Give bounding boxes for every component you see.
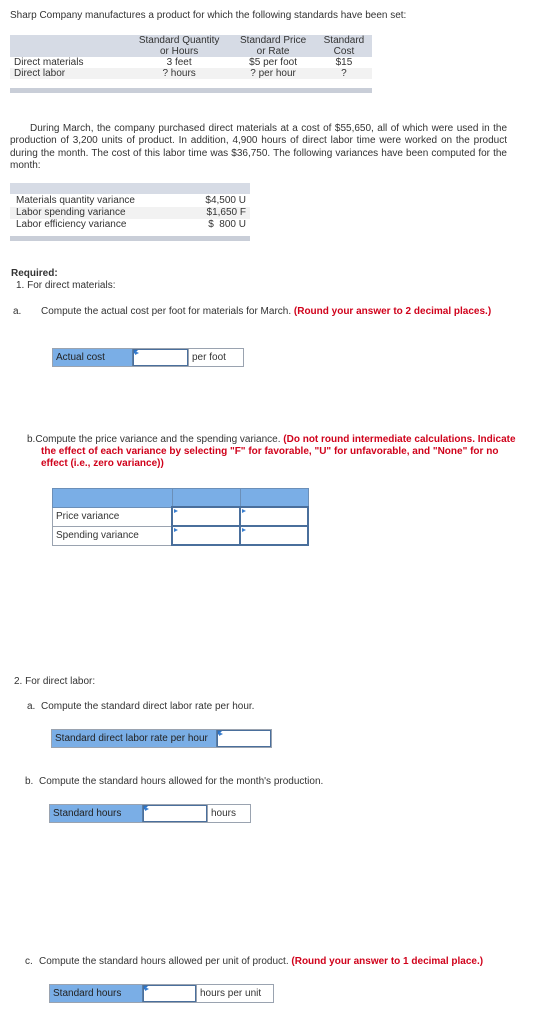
field-label: Actual cost [53,349,133,366]
table-row: Spending variance [52,525,309,546]
cell-price: $5 per foot [249,57,297,68]
question-text: Compute the standard direct labor rate p… [41,701,255,712]
problem-paragraph: During March, the company purchased dire… [10,123,507,172]
standard-hours-input[interactable] [147,806,203,821]
question-1a: a. Compute the actual cost per foot for m… [13,306,501,318]
question-2b: b. Compute the standard hours allowed for… [25,776,323,787]
variance-amount: $ 800 U [208,219,246,230]
standard-hours-input-wrap[interactable] [143,805,207,822]
cell-cost: ? [341,68,347,79]
question-text: Compute the actual cost per foot for mat… [41,306,292,317]
part1-title: 1. For direct materials: [16,280,116,291]
question-label: b. [25,776,34,787]
price-variance-effect-cell[interactable] [239,506,309,527]
variances-table: Materials quantity variance $4,500 U Lab… [10,195,250,231]
required-heading: Required: [11,268,58,279]
table-row: Direct labor ? hours ? per hour ? [10,68,372,79]
header-line: or Rate [256,46,290,57]
question-instruction: (Round your answer to 2 decimal places.) [293,306,492,317]
standard-hours-answer: Standard hours hours [49,804,251,823]
spending-variance-amount-input[interactable] [173,527,239,544]
row-label: Direct materials [14,57,84,68]
paragraph-text: During March, the company purchased dire… [10,123,507,171]
unit-label: per foot [188,349,243,366]
table-row: Labor spending variance $1,650 F [10,207,250,219]
spending-variance-effect-select[interactable] [241,527,307,544]
cell-quantity: ? hours [162,68,196,79]
variances-header-bar [10,183,250,194]
variance-amount: $1,650 F [206,207,246,218]
header-cell [52,488,173,508]
field-label: Standard direct labor rate per hour [52,730,217,747]
question-label: c. [25,956,33,967]
labor-rate-input[interactable] [221,731,267,746]
header-line: Standard Quantity [138,35,220,46]
input-flag-icon [219,732,223,736]
spending-variance-amount-cell[interactable] [171,525,241,546]
header-cell [239,488,309,508]
header-line: Cost [333,46,355,57]
actual-cost-answer: Actual cost per foot [52,348,244,367]
actual-cost-input-wrap[interactable] [133,349,188,366]
unit-label: hours per unit [196,985,273,1002]
price-variance-amount-input[interactable] [173,508,239,525]
row-label: Direct labor [14,68,66,79]
variance-label: Labor efficiency variance [16,219,127,230]
variance-amount: $4,500 U [205,195,246,206]
question-label: a. [27,701,36,712]
question-2c: c. Compute the standard hours allowed per… [25,956,483,967]
table-row: Price variance [52,506,309,527]
price-variance-effect-select[interactable] [241,508,307,525]
table-row: Materials quantity variance $4,500 U [10,195,250,207]
header-line: or Hours [159,46,199,57]
cell-quantity: 3 feet [166,57,192,68]
header-line: Standard Price [240,35,307,46]
cell-cost: $15 [335,57,353,68]
question-text: Compute the standard hours allowed for t… [39,776,324,787]
header-std-quantity: Standard Quantity or Hours [128,35,230,57]
actual-cost-input[interactable] [137,350,184,365]
table-footer-bar [10,88,372,93]
price-variance-amount-cell[interactable] [171,506,241,527]
header-std-cost: Standard Cost [316,35,372,57]
hours-per-unit-input-wrap[interactable] [143,985,196,1002]
cell-price: ? per hour [250,68,296,79]
spending-variance-effect-cell[interactable] [239,525,309,546]
part2-title: 2. For direct labor: [14,676,96,687]
header-line: Standard [323,35,365,46]
field-label: Standard hours [50,805,143,822]
labor-rate-answer: Standard direct labor rate per hour [51,729,272,748]
labor-rate-input-wrap[interactable] [217,730,271,747]
price-variance-table: Price variance Spending variance [52,488,309,546]
row-label: Spending variance [52,525,173,546]
table-header-row [52,488,309,508]
input-flag-icon [135,351,139,355]
variance-label: Labor spending variance [16,207,126,218]
standards-header-row: Standard Quantity or Hours Standard Price… [10,35,372,57]
standards-table: Standard Quantity or Hours Standard Price… [10,35,372,79]
table-row: Direct materials 3 feet $5 per foot $15 [10,57,372,68]
question-2a: a. Compute the standard direct labor rate… [27,701,254,712]
table-row: Labor efficiency variance $ 800 U [10,219,250,231]
row-label: Price variance [52,506,173,527]
question-text: Compute the standard hours allowed per u… [39,956,289,967]
input-flag-icon [145,807,149,811]
header-cell [171,488,241,508]
question-label: a. [13,306,22,317]
question-1b: b.Compute the price variance and the spe… [27,434,521,470]
hours-per-unit-input[interactable] [147,986,192,1001]
unit-label: hours [207,805,250,822]
variance-label: Materials quantity variance [16,195,135,206]
question-text: Compute the price variance and the spend… [35,434,281,445]
hours-per-unit-answer: Standard hours hours per unit [49,984,274,1003]
intro-text: Sharp Company manufactures a product for… [10,10,407,21]
input-flag-icon [145,987,149,991]
field-label: Standard hours [50,985,143,1002]
header-std-price: Standard Price or Rate [230,35,316,57]
header-blank [10,35,128,57]
table-footer-bar [10,236,250,241]
question-instruction: (Round your answer to 1 decimal place.) [291,956,484,967]
